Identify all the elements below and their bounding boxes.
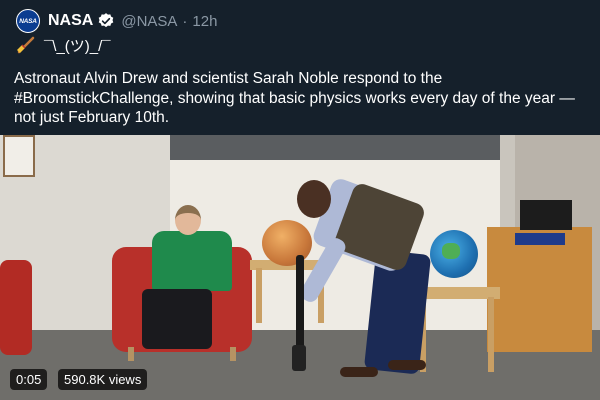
video-scene-red-chair-left: [0, 260, 32, 355]
header-separator: ·: [182, 12, 188, 30]
shrug-text: ¯\_(ツ)_/¯: [44, 37, 111, 55]
tweet-header: NASA NASA @NASA · 12h: [16, 8, 217, 34]
video-scene-monitor: [520, 200, 572, 230]
verified-badge-icon: [99, 13, 114, 28]
video-scene-window: [170, 135, 515, 163]
video-view-count: 590.8K views: [58, 369, 148, 390]
tweet-timestamp[interactable]: 12h: [192, 13, 217, 30]
video-scene-broom-head: [292, 345, 306, 371]
broom-emoji-icon: [17, 36, 35, 54]
video-scene-astronaut: [292, 176, 442, 380]
video-scene-globe-land: [442, 243, 460, 259]
video-scene-wall-frame: [3, 135, 35, 177]
video-scene-cabinet: [487, 227, 592, 352]
video-player[interactable]: [0, 135, 600, 400]
emoji-line: ¯\_(ツ)_/¯: [16, 34, 111, 56]
video-scene-table-leg: [256, 268, 262, 323]
author-handle[interactable]: @NASA: [121, 13, 177, 30]
avatar[interactable]: NASA: [16, 9, 40, 33]
video-scene-seated-scientist: [142, 205, 242, 349]
video-scene-table-leg: [488, 297, 494, 372]
video-scene-cabinet-sign: [515, 233, 565, 245]
video-elapsed-time: 0:05: [10, 369, 48, 390]
avatar-logo-text: NASA: [19, 17, 37, 25]
video-scene-chair-leg: [230, 347, 236, 361]
tweet-text: Astronaut Alvin Drew and scientist Sarah…: [14, 70, 575, 126]
video-scene-chair-leg: [128, 347, 134, 361]
tweet-card[interactable]: NASA NASA @NASA · 12h ¯\_(ツ)_/¯ Astronau…: [0, 0, 600, 400]
display-name[interactable]: NASA: [48, 12, 93, 30]
